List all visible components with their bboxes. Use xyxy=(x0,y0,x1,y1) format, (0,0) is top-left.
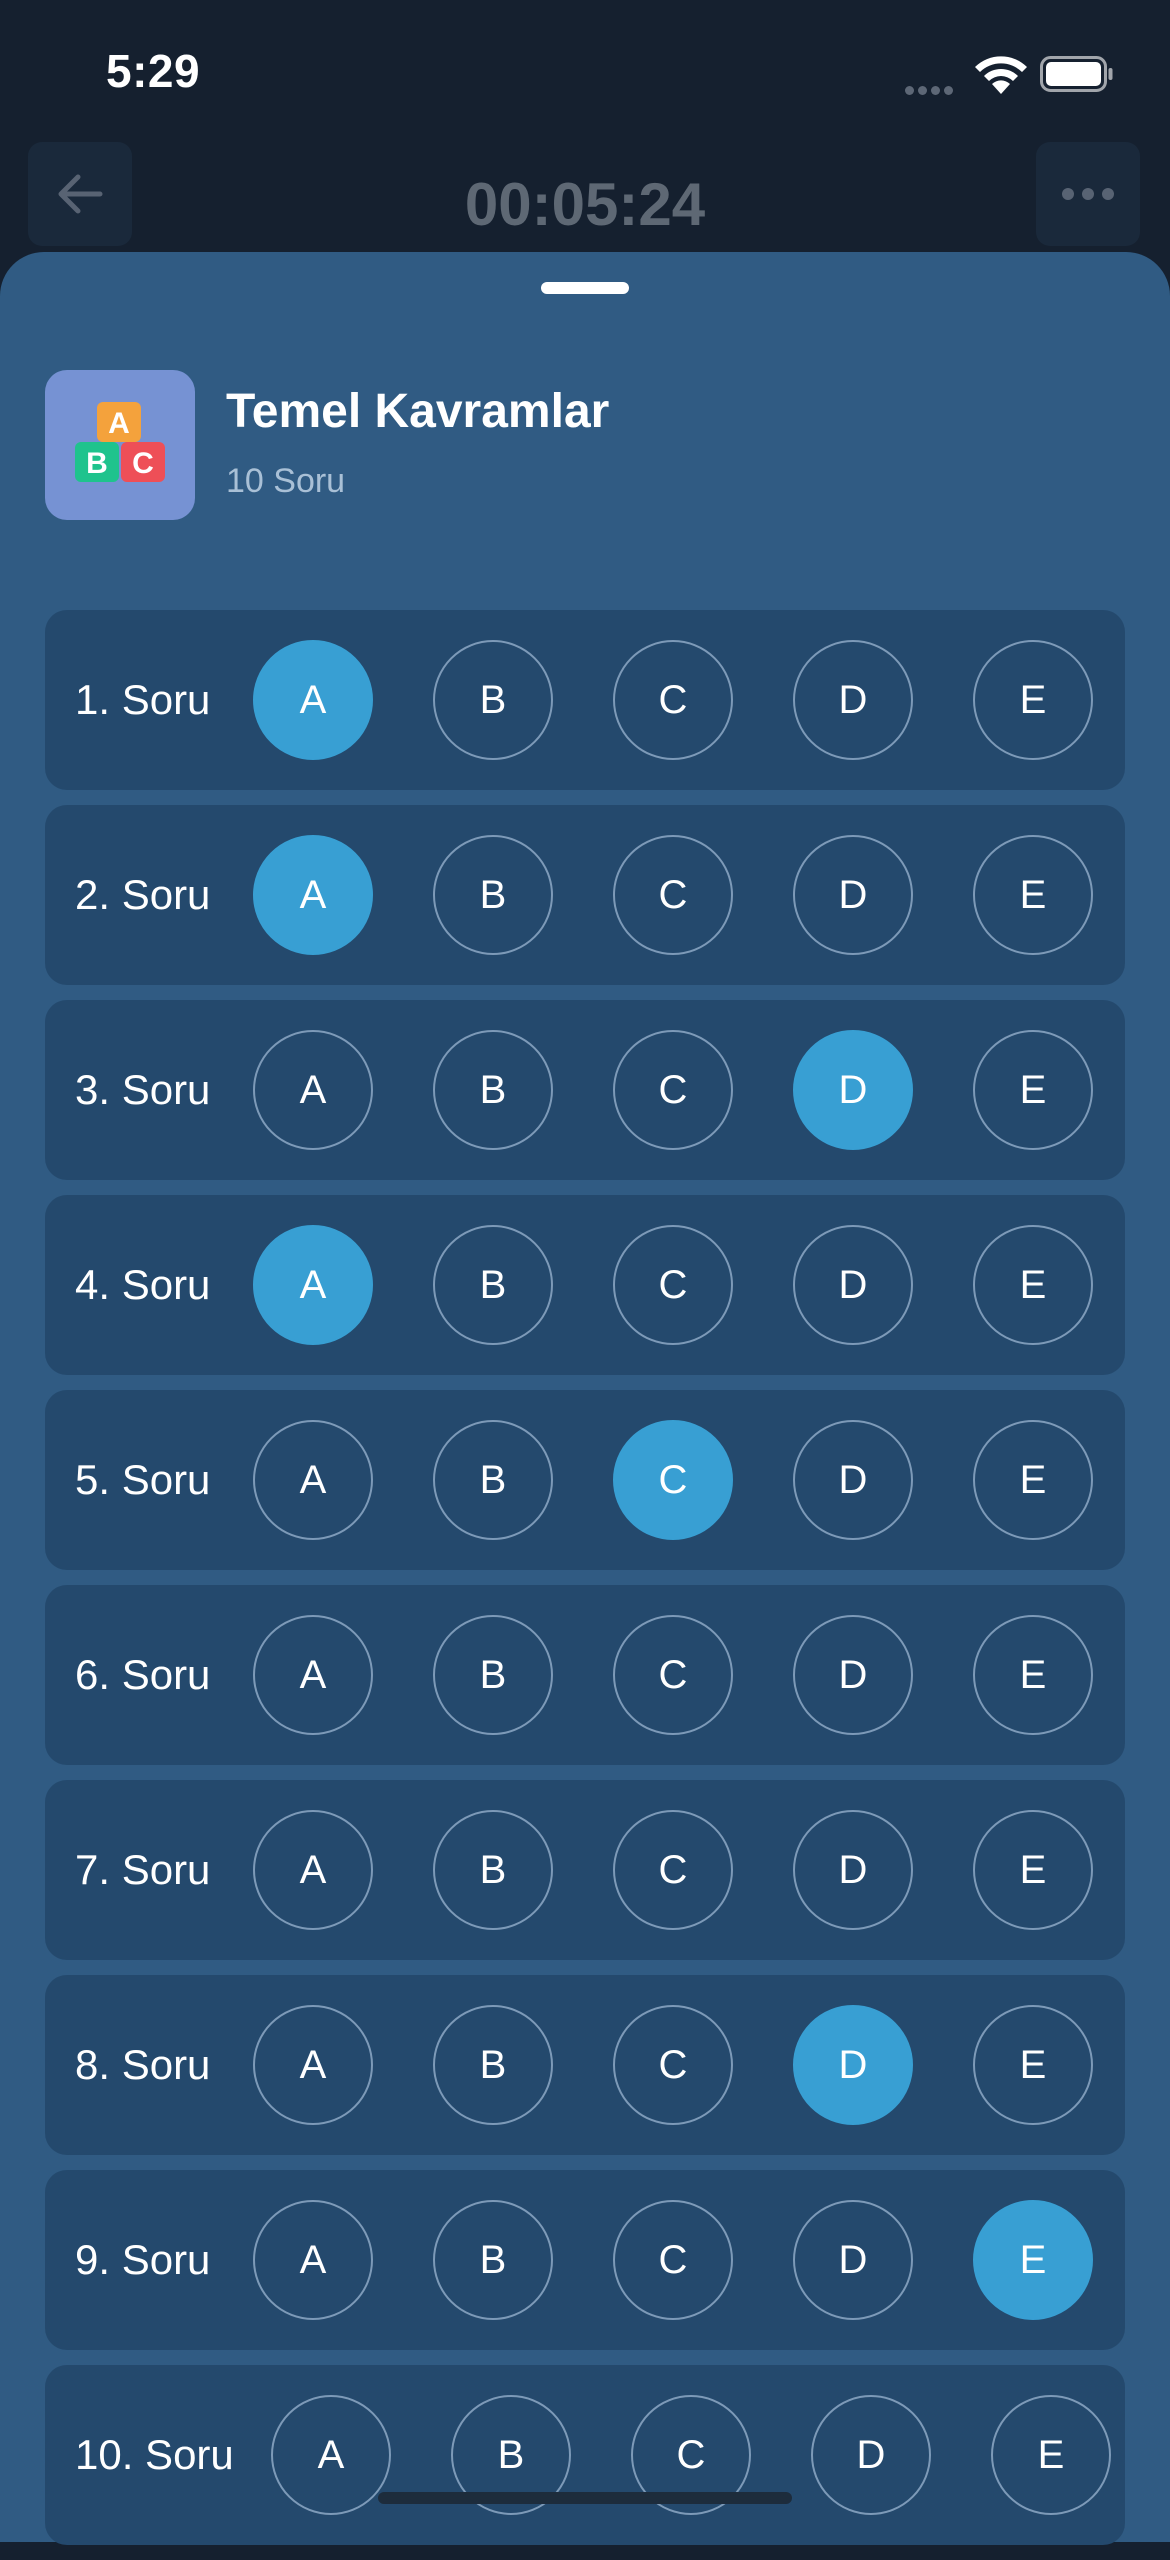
answer-option-a[interactable]: A xyxy=(253,1810,373,1930)
answer-option-d[interactable]: D xyxy=(793,2200,913,2320)
answer-option-a[interactable]: A xyxy=(253,2200,373,2320)
answer-option-d[interactable]: D xyxy=(793,1615,913,1735)
answer-option-e[interactable]: E xyxy=(973,640,1093,760)
question-count: 10 Soru xyxy=(226,462,346,500)
answer-option-a[interactable]: A xyxy=(253,1615,373,1735)
question-label: 2. Soru xyxy=(75,871,211,918)
exam-timer: 00:05:24 xyxy=(464,171,706,238)
wifi-icon xyxy=(975,56,1027,94)
answer-option-c[interactable]: C xyxy=(613,1225,733,1345)
question-list: 1. Soru A B C D E 2. Soru A B C D E 3. Soru A B C D E 4. S… xyxy=(45,610,1125,2560)
answer-option-b[interactable]: B xyxy=(433,1030,553,1150)
question-row: 7. Soru A B C D E xyxy=(45,1780,1125,1960)
answer-option-e[interactable]: E xyxy=(973,1615,1093,1735)
home-indicator xyxy=(378,2492,792,2504)
icon-letter-b: B xyxy=(86,447,108,480)
answer-option-a[interactable]: A xyxy=(253,1225,373,1345)
status-time: 5:29 xyxy=(106,45,201,97)
answer-option-a[interactable]: A xyxy=(271,2395,391,2515)
question-row: 5. Soru A B C D E xyxy=(45,1390,1125,1570)
answer-option-e[interactable]: E xyxy=(973,1810,1093,1930)
question-label: 5. Soru xyxy=(75,1456,211,1503)
question-row: 3. Soru A B C D E xyxy=(45,1000,1125,1180)
answer-option-e[interactable]: E xyxy=(973,1225,1093,1345)
answer-option-c[interactable]: C xyxy=(613,2200,733,2320)
answer-option-c[interactable]: C xyxy=(613,835,733,955)
question-label: 1. Soru xyxy=(75,676,211,723)
answer-option-c[interactable]: C xyxy=(613,1420,733,1540)
abc-blocks-icon: A B C xyxy=(45,370,195,520)
answer-option-a[interactable]: A xyxy=(253,1030,373,1150)
answer-option-a[interactable]: A xyxy=(253,1420,373,1540)
question-label: 7. Soru xyxy=(75,1846,211,1893)
question-row: 6. Soru A B C D E xyxy=(45,1585,1125,1765)
question-label: 6. Soru xyxy=(75,1651,211,1698)
answer-option-b[interactable]: B xyxy=(433,1420,553,1540)
question-row: 8. Soru A B C D E xyxy=(45,1975,1125,2155)
answer-option-b[interactable]: B xyxy=(433,1810,553,1930)
icon-letter-c: C xyxy=(132,447,154,480)
status-bar: 5:29 xyxy=(0,0,1170,140)
question-label: 8. Soru xyxy=(75,2041,211,2088)
answer-option-d[interactable]: D xyxy=(811,2395,931,2515)
question-row: 2. Soru A B C D E xyxy=(45,805,1125,985)
drag-handle[interactable] xyxy=(541,282,629,294)
answer-option-d[interactable]: D xyxy=(793,1810,913,1930)
answer-option-e[interactable]: E xyxy=(973,2005,1093,2125)
answer-option-d[interactable]: D xyxy=(793,1030,913,1150)
answer-option-e[interactable]: E xyxy=(973,2200,1093,2320)
answer-option-d[interactable]: D xyxy=(793,2005,913,2125)
answer-option-b[interactable]: B xyxy=(433,2200,553,2320)
question-label: 4. Soru xyxy=(75,1261,211,1308)
question-row: 9. Soru A B C D E xyxy=(45,2170,1125,2350)
question-label: 9. Soru xyxy=(75,2236,211,2283)
question-row: 1. Soru A B C D E xyxy=(45,610,1125,790)
answer-option-b[interactable]: B xyxy=(433,1615,553,1735)
question-row: 4. Soru A B C D E xyxy=(45,1195,1125,1375)
more-options-button[interactable] xyxy=(1036,142,1140,246)
icon-letter-a: A xyxy=(108,407,130,440)
answer-option-e[interactable]: E xyxy=(991,2395,1111,2515)
app-bar: 00:05:24 xyxy=(0,140,1170,250)
answer-option-e[interactable]: E xyxy=(973,1420,1093,1540)
cellular-signal-icon xyxy=(905,82,961,95)
answer-option-b[interactable]: B xyxy=(433,835,553,955)
answer-option-a[interactable]: A xyxy=(253,640,373,760)
answer-option-a[interactable]: A xyxy=(253,835,373,955)
answer-option-c[interactable]: C xyxy=(613,1810,733,1930)
answer-option-b[interactable]: B xyxy=(433,640,553,760)
answer-sheet-panel: A B C Temel Kavramlar 10 Soru 1. Soru A B C… xyxy=(0,252,1170,2545)
quiz-title: Temel Kavramlar xyxy=(226,385,610,438)
question-row: 10. Soru A B C D E xyxy=(45,2365,1125,2545)
answer-option-b[interactable]: B xyxy=(433,1225,553,1345)
answer-option-d[interactable]: D xyxy=(793,1225,913,1345)
answer-option-a[interactable]: A xyxy=(253,2005,373,2125)
answer-option-d[interactable]: D xyxy=(793,1420,913,1540)
question-label: 3. Soru xyxy=(75,1066,211,1113)
question-label: 10. Soru xyxy=(75,2431,234,2478)
answer-option-e[interactable]: E xyxy=(973,835,1093,955)
answer-option-c[interactable]: C xyxy=(613,640,733,760)
answer-option-b[interactable]: B xyxy=(433,2005,553,2125)
answer-option-d[interactable]: D xyxy=(793,640,913,760)
answer-option-e[interactable]: E xyxy=(973,1030,1093,1150)
answer-option-c[interactable]: C xyxy=(613,1030,733,1150)
battery-icon xyxy=(1040,56,1113,92)
more-horizontal-icon xyxy=(1062,188,1114,200)
answer-option-c[interactable]: C xyxy=(613,1615,733,1735)
answer-option-d[interactable]: D xyxy=(793,835,913,955)
answer-option-c[interactable]: C xyxy=(613,2005,733,2125)
